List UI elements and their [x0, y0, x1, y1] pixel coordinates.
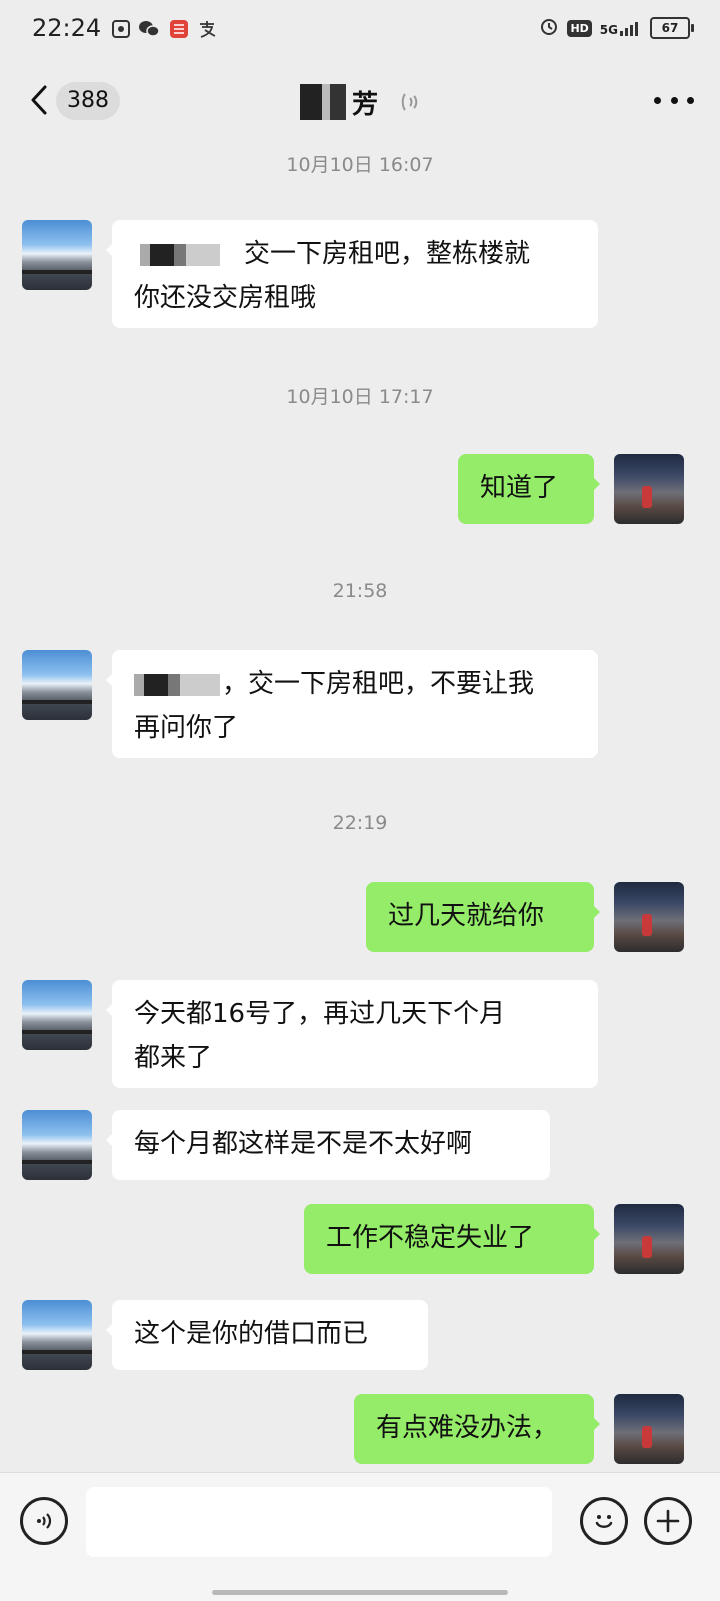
more-dot-icon [687, 96, 694, 104]
chevron-left-icon [31, 85, 47, 115]
outgoing-message[interactable]: 知道了 [458, 454, 600, 524]
message-text: 再问你了 [134, 713, 239, 743]
outgoing-message[interactable]: 工作不稳定失业了 [304, 1204, 600, 1274]
redacted-name [300, 84, 346, 120]
emoji-icon [595, 1515, 613, 1528]
unread-count-badge[interactable]: 388 [56, 82, 120, 120]
incoming-message[interactable]: 每个月都这样是不是不太好啊 [106, 1110, 550, 1180]
more-options-button[interactable] [654, 90, 694, 110]
message-text: 你还没交房租哦 [134, 283, 317, 313]
earpiece-mode-icon [398, 89, 424, 115]
alarm-icon [539, 16, 559, 40]
outgoing-message[interactable]: 有点难没办法， [354, 1394, 600, 1464]
my-avatar[interactable] [614, 1394, 684, 1464]
network-type: 5G [599, 23, 618, 37]
message-text: 都来了 [134, 1043, 213, 1073]
incoming-message[interactable]: ，交一下房租吧，不要让我再问你了 [106, 650, 598, 758]
alipay-icon [196, 18, 218, 40]
incoming-message[interactable]: 交一下房租吧，整栋楼就你还没交房租哦 [106, 220, 598, 328]
chat-title[interactable]: 芳 [300, 82, 378, 122]
timestamp: 22:19 [332, 812, 388, 834]
plus-icon [656, 1509, 680, 1533]
chat-header: 388 芳 [0, 62, 720, 140]
redacted-name [140, 243, 220, 266]
contact-avatar[interactable] [22, 980, 92, 1050]
more-functions-button[interactable] [644, 1497, 692, 1545]
hd-badge: HD [567, 19, 592, 37]
home-indicator[interactable] [212, 1590, 508, 1595]
contact-avatar[interactable] [22, 650, 92, 720]
more-dot-icon [670, 96, 678, 104]
my-avatar[interactable] [614, 882, 684, 952]
contact-avatar[interactable] [22, 220, 92, 290]
input-bar [0, 1472, 720, 1601]
incoming-message[interactable]: 今天都16号了，再过几天下个月 都来了 [106, 980, 598, 1088]
wechat-icon [138, 18, 160, 40]
message-text: 交一下房租吧，整栋楼就 [244, 239, 531, 269]
my-avatar[interactable] [614, 454, 684, 524]
status-time: 22:24 [32, 14, 102, 42]
timestamp: 21:58 [332, 580, 388, 602]
incoming-message[interactable]: 这个是你的借口而已 [106, 1300, 428, 1370]
outgoing-message[interactable]: 过几天就给你 [366, 882, 600, 952]
message-text: 今天都16号了，再过几天下个月 [134, 999, 506, 1029]
gallery-icon [110, 18, 132, 40]
message-text: ，交一下房租吧，不要让我 [222, 669, 535, 699]
back-button[interactable] [22, 80, 56, 120]
contact-avatar[interactable] [22, 1110, 92, 1180]
signal-icon: 5G [600, 20, 642, 36]
message-input[interactable] [86, 1487, 552, 1557]
battery-icon: 67 [650, 17, 694, 39]
timestamp: 10月10日 16:07 [286, 154, 434, 176]
timestamp: 10月10日 17:17 [286, 386, 434, 408]
my-avatar[interactable] [614, 1204, 684, 1274]
redacted-name [134, 673, 220, 696]
more-dot-icon [654, 96, 661, 104]
status-bar: 22:24 HD 5G 67 [0, 0, 720, 58]
chat-title-text: 芳 [352, 89, 379, 120]
emoji-button[interactable] [580, 1497, 628, 1545]
voice-input-button[interactable] [20, 1497, 68, 1545]
voice-input-icon [37, 1513, 52, 1529]
contact-avatar[interactable] [22, 1300, 92, 1370]
shield-app-icon [168, 18, 190, 40]
